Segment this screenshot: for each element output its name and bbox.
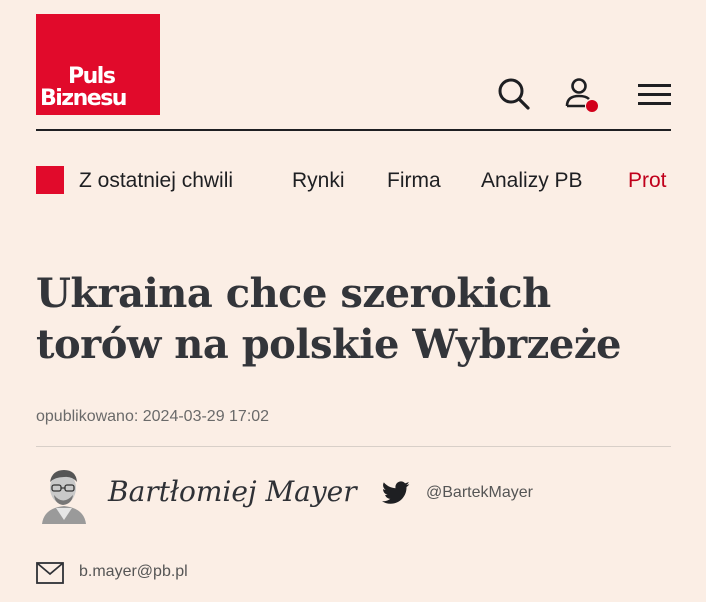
user-account-button[interactable] bbox=[563, 76, 599, 112]
logo-line-1: Puls bbox=[68, 64, 116, 89]
nav-item-analizy-pb[interactable]: Analizy PB bbox=[481, 168, 583, 194]
puls-biznesu-logo[interactable]: Puls Biznesu bbox=[36, 14, 160, 115]
site-header: Puls Biznesu bbox=[36, 14, 671, 131]
meta-divider bbox=[36, 446, 671, 447]
published-date: opublikowano: 2024-03-29 17:02 bbox=[36, 408, 270, 425]
nav-item-prot[interactable]: Prot bbox=[628, 168, 667, 194]
category-nav: Z ostatniej chwili Rynki Firma Analizy P… bbox=[36, 166, 671, 196]
mail-icon bbox=[36, 562, 64, 584]
author-email-link[interactable]: b.mayer@pb.pl bbox=[79, 563, 188, 581]
nav-marker-square bbox=[36, 166, 64, 194]
notification-dot bbox=[586, 100, 598, 112]
menu-icon[interactable] bbox=[636, 76, 672, 112]
nav-item-rynki[interactable]: Rynki bbox=[292, 168, 345, 194]
author-name-link[interactable]: Bartłomiej Mayer bbox=[108, 475, 357, 508]
nav-item-z-ostatniej-chwili[interactable]: Z ostatniej chwili bbox=[79, 168, 233, 194]
search-icon[interactable] bbox=[496, 76, 532, 112]
logo-line-2: Biznesu bbox=[40, 86, 127, 111]
author-avatar[interactable] bbox=[36, 464, 92, 524]
twitter-handle-link[interactable]: @BartekMayer bbox=[426, 484, 533, 502]
twitter-icon[interactable] bbox=[381, 481, 410, 505]
nav-item-firma[interactable]: Firma bbox=[387, 168, 441, 194]
header-divider bbox=[36, 129, 671, 131]
article-title: Ukraina chce szerokich torów na polskie … bbox=[36, 270, 622, 368]
